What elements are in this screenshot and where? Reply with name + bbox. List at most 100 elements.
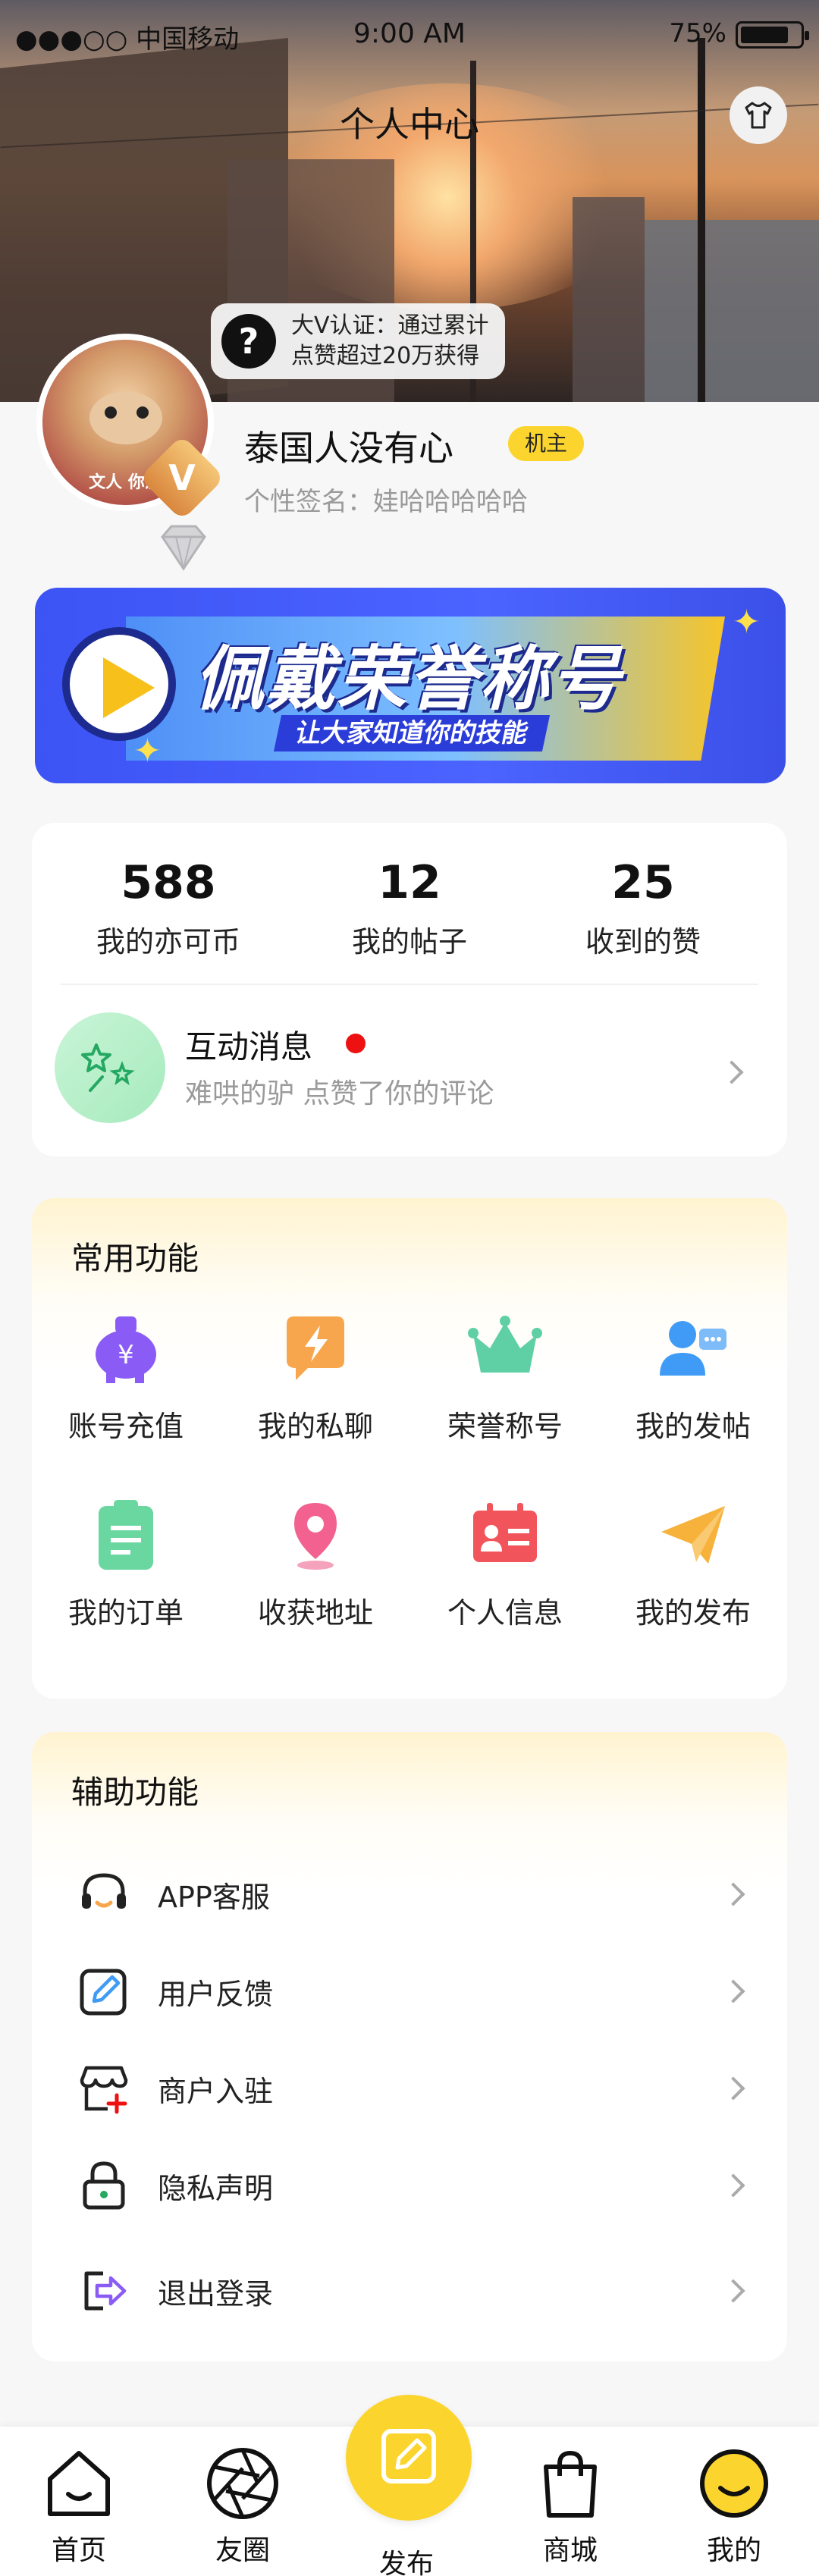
battery-percent: 75% (669, 18, 726, 49)
common-functions-card: 常用功能 ¥ 账号充值 我的私聊 荣誉称号 我的发帖 我的订单 收获地址 个人信… (32, 1198, 787, 1699)
private-chat-button[interactable]: 我的私聊 (224, 1310, 406, 1445)
row-label: 用户反馈 (158, 1978, 274, 2011)
stat-label: 我的帖子 (351, 925, 467, 959)
logout-icon (77, 2264, 130, 2317)
stat-posts[interactable]: 12 我的帖子 (296, 856, 523, 960)
section-title: 常用功能 (71, 1240, 199, 1277)
my-publish-button[interactable]: 我的发布 (602, 1497, 784, 1631)
row-label: 隐私声明 (158, 2172, 274, 2205)
stat-likes[interactable]: 25 收到的赞 (529, 856, 757, 960)
piggy-bank-icon: ¥ (88, 1310, 164, 1386)
function-label: 收获地址 (257, 1596, 373, 1630)
function-label: 账号充值 (67, 1410, 184, 1443)
chevron-right-icon (721, 2076, 745, 2101)
feedback-row[interactable]: 用户反馈 (32, 1948, 787, 2032)
customer-service-row[interactable]: APP客服 (32, 1851, 787, 1934)
store-add-icon (77, 2062, 130, 2115)
honor-title-button[interactable]: 荣誉称号 (414, 1310, 596, 1445)
lock-icon (77, 2159, 130, 2212)
function-label: 我的发布 (635, 1596, 751, 1630)
recharge-button[interactable]: ¥ 账号充值 (35, 1310, 217, 1445)
level-badge-icon: V (139, 435, 225, 521)
stat-value: 588 (121, 856, 216, 909)
user-message-icon (655, 1310, 731, 1386)
function-label: 我的发帖 (635, 1410, 751, 1443)
tooltip-line1: 大V认证：通过累计 (291, 312, 489, 339)
function-label: 个人信息 (447, 1596, 563, 1630)
function-label: 我的订单 (67, 1596, 184, 1630)
shipping-address-button[interactable]: 收获地址 (224, 1497, 406, 1631)
tooltip-line2: 点赞超过20万获得 (291, 343, 480, 369)
function-label: 我的私聊 (257, 1410, 373, 1443)
stat-value: 25 (611, 856, 675, 909)
tab-label: 我的 (706, 2535, 761, 2566)
auxiliary-functions-card: 辅助功能 APP客服 用户反馈 商户入驻 隐私声明 退出登录 (32, 1732, 787, 2361)
role-badge: 机主 (508, 426, 585, 461)
page-title: 个人中心 (340, 104, 479, 145)
message-subtitle: 难哄的驴 点赞了你的评论 (185, 1078, 494, 1109)
row-label: 商户入驻 (158, 2075, 274, 2108)
tab-label: 首页 (51, 2535, 106, 2566)
status-bar: ●●●○○ 中国移动 9:00 AM 75% (0, 0, 819, 68)
tab-mine[interactable]: 我的 (666, 2442, 802, 2568)
signature: 个性签名：娃哈哈哈哈哈 (244, 487, 528, 517)
chevron-right-icon (720, 1060, 744, 1084)
tab-home[interactable]: 首页 (11, 2442, 147, 2568)
tab-mall[interactable]: 商城 (502, 2442, 639, 2568)
chevron-right-icon (721, 2279, 745, 2303)
personal-info-button[interactable]: 个人信息 (414, 1497, 596, 1631)
play-icon (62, 627, 176, 741)
my-orders-button[interactable]: 我的订单 (35, 1497, 217, 1631)
battery-icon (736, 21, 809, 49)
shirt-icon[interactable] (730, 86, 787, 144)
lightning-chat-icon (278, 1310, 353, 1386)
merchant-join-row[interactable]: 商户入驻 (32, 2045, 787, 2129)
privacy-statement-row[interactable]: 隐私声明 (32, 2142, 787, 2226)
headset-icon (77, 1868, 130, 1921)
smile-icon (666, 2442, 802, 2525)
row-label: APP客服 (158, 1881, 270, 1914)
chevron-right-icon (721, 1979, 745, 2003)
publish-button[interactable] (346, 2395, 472, 2521)
id-card-icon (467, 1497, 543, 1573)
logout-row[interactable]: 退出登录 (32, 2248, 787, 2331)
feedback-edit-icon (77, 1965, 130, 2018)
honor-title-banner[interactable]: 佩戴荣誉称号 让大家知道你的技能 ✦ ✦ (35, 588, 786, 783)
chevron-right-icon (721, 1882, 745, 1906)
function-label: 荣誉称号 (447, 1410, 563, 1443)
clipboard-icon (88, 1497, 164, 1573)
tab-moments[interactable]: 友圈 (174, 2442, 311, 2568)
paper-plane-icon (655, 1497, 731, 1573)
location-pin-icon (278, 1497, 353, 1573)
sparkle-icon: ✦ (133, 732, 162, 770)
tab-label: 商城 (542, 2535, 598, 2566)
question-icon[interactable]: ? (221, 314, 276, 369)
stats-card: 588 我的亦可币 12 我的帖子 25 收到的赞 互动消息 难哄的驴 点赞了你… (32, 823, 787, 1156)
shopping-bag-icon (502, 2442, 639, 2525)
diamond-icon (152, 516, 215, 582)
username: 泰国人没有心 (244, 428, 453, 469)
row-label: 退出登录 (158, 2277, 274, 2311)
stars-icon (55, 1012, 165, 1123)
unread-dot (346, 1034, 366, 1053)
stat-coins[interactable]: 588 我的亦可币 (55, 856, 282, 960)
stat-label: 收到的赞 (585, 925, 701, 959)
aperture-icon (174, 2442, 311, 2525)
verification-tooltip: ? 大V认证：通过累计 点赞超过20万获得 (211, 303, 505, 379)
stat-label: 我的亦可币 (96, 925, 240, 959)
home-icon (11, 2442, 147, 2525)
tab-label: 友圈 (215, 2535, 270, 2566)
edit-icon (376, 2424, 441, 2492)
profile-page: ●●●○○ 中国移动 9:00 AM 75% 个人中心 ? 大V认证：通过累计 … (0, 0, 819, 2576)
tab-label: 发布 (378, 2549, 434, 2576)
crown-icon (467, 1310, 543, 1386)
sparkle-icon: ✦ (733, 603, 761, 642)
section-title: 辅助功能 (71, 1774, 199, 1811)
my-posts-button[interactable]: 我的发帖 (602, 1310, 784, 1445)
stat-value: 12 (378, 856, 441, 909)
svg-text:¥: ¥ (118, 1340, 134, 1370)
message-title: 互动消息 (185, 1028, 313, 1065)
banner-headline: 佩戴荣誉称号 (194, 639, 623, 720)
banner-subline: 让大家知道你的技能 (273, 715, 551, 751)
chevron-right-icon (721, 2173, 745, 2198)
